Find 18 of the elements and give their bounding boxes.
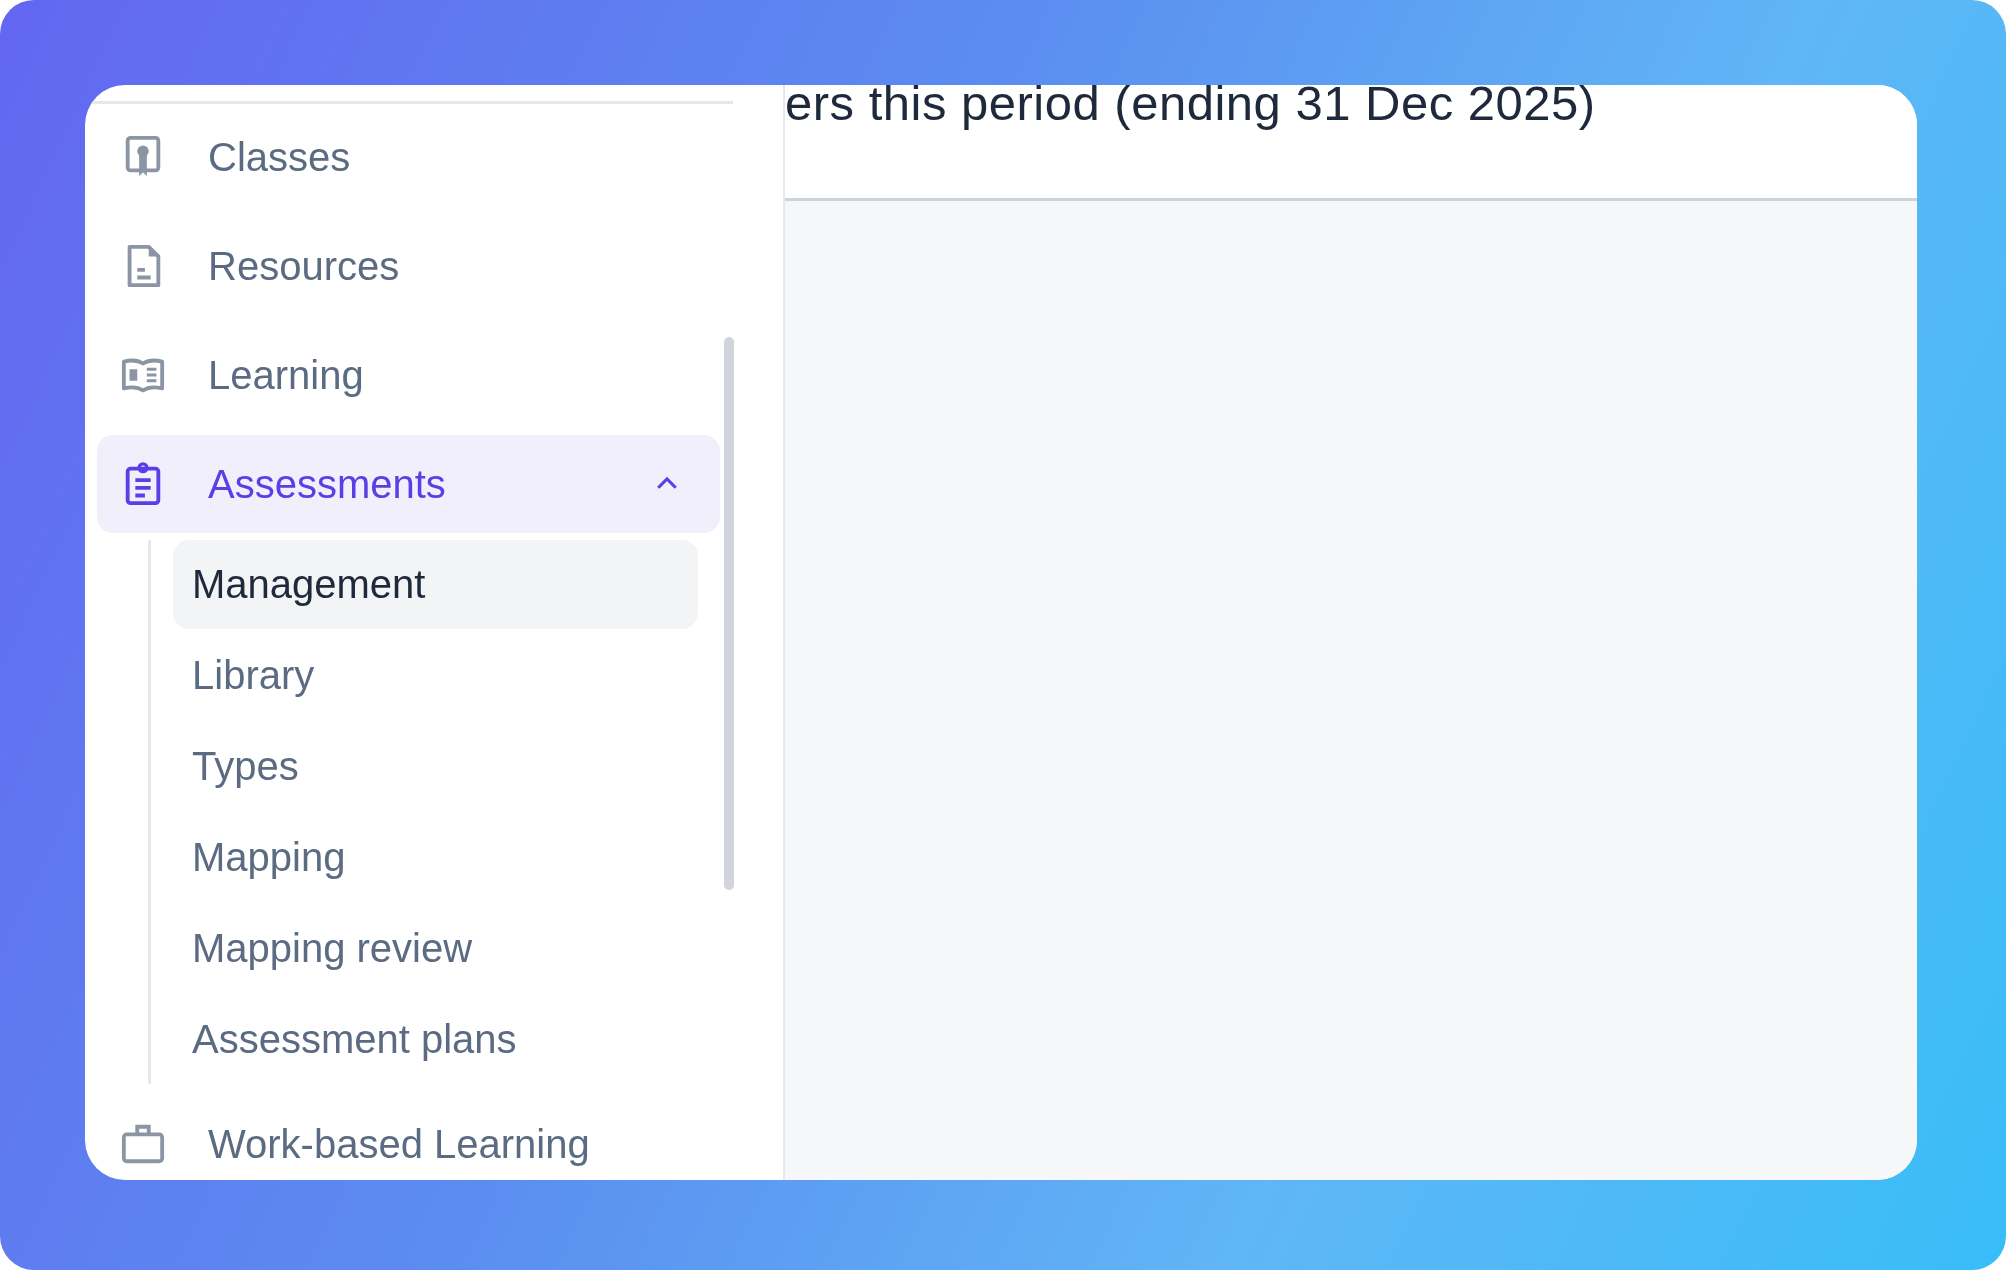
item-label: Assessments bbox=[208, 461, 446, 507]
page-title: ers this period (ending 31 Dec 2025) bbox=[785, 85, 1597, 131]
sidebar-item[interactable]: Resources bbox=[97, 217, 720, 315]
item-label: Learning bbox=[208, 352, 364, 398]
sidebar-item[interactable]: Work-based Learning bbox=[97, 1095, 720, 1180]
submenu-item[interactable]: Library bbox=[173, 631, 698, 720]
scrollbar[interactable] bbox=[724, 337, 734, 890]
submenu-item[interactable]: Management bbox=[173, 540, 698, 629]
submenu-item[interactable]: Types bbox=[173, 722, 698, 811]
submenu-item[interactable]: Mapping bbox=[173, 813, 698, 902]
sidebar-item[interactable]: Learning bbox=[97, 326, 720, 424]
sidebar-item[interactable]: Assessments bbox=[97, 435, 720, 533]
item-label: Classes bbox=[208, 134, 351, 180]
submenu-item[interactable]: Assessment plans bbox=[173, 995, 698, 1084]
item-label: Work-based Learning bbox=[208, 1121, 590, 1167]
item-label: Resources bbox=[208, 243, 400, 289]
sidebar-item[interactable]: Classes bbox=[97, 108, 720, 206]
submenu-item[interactable]: Mapping review bbox=[173, 904, 698, 993]
